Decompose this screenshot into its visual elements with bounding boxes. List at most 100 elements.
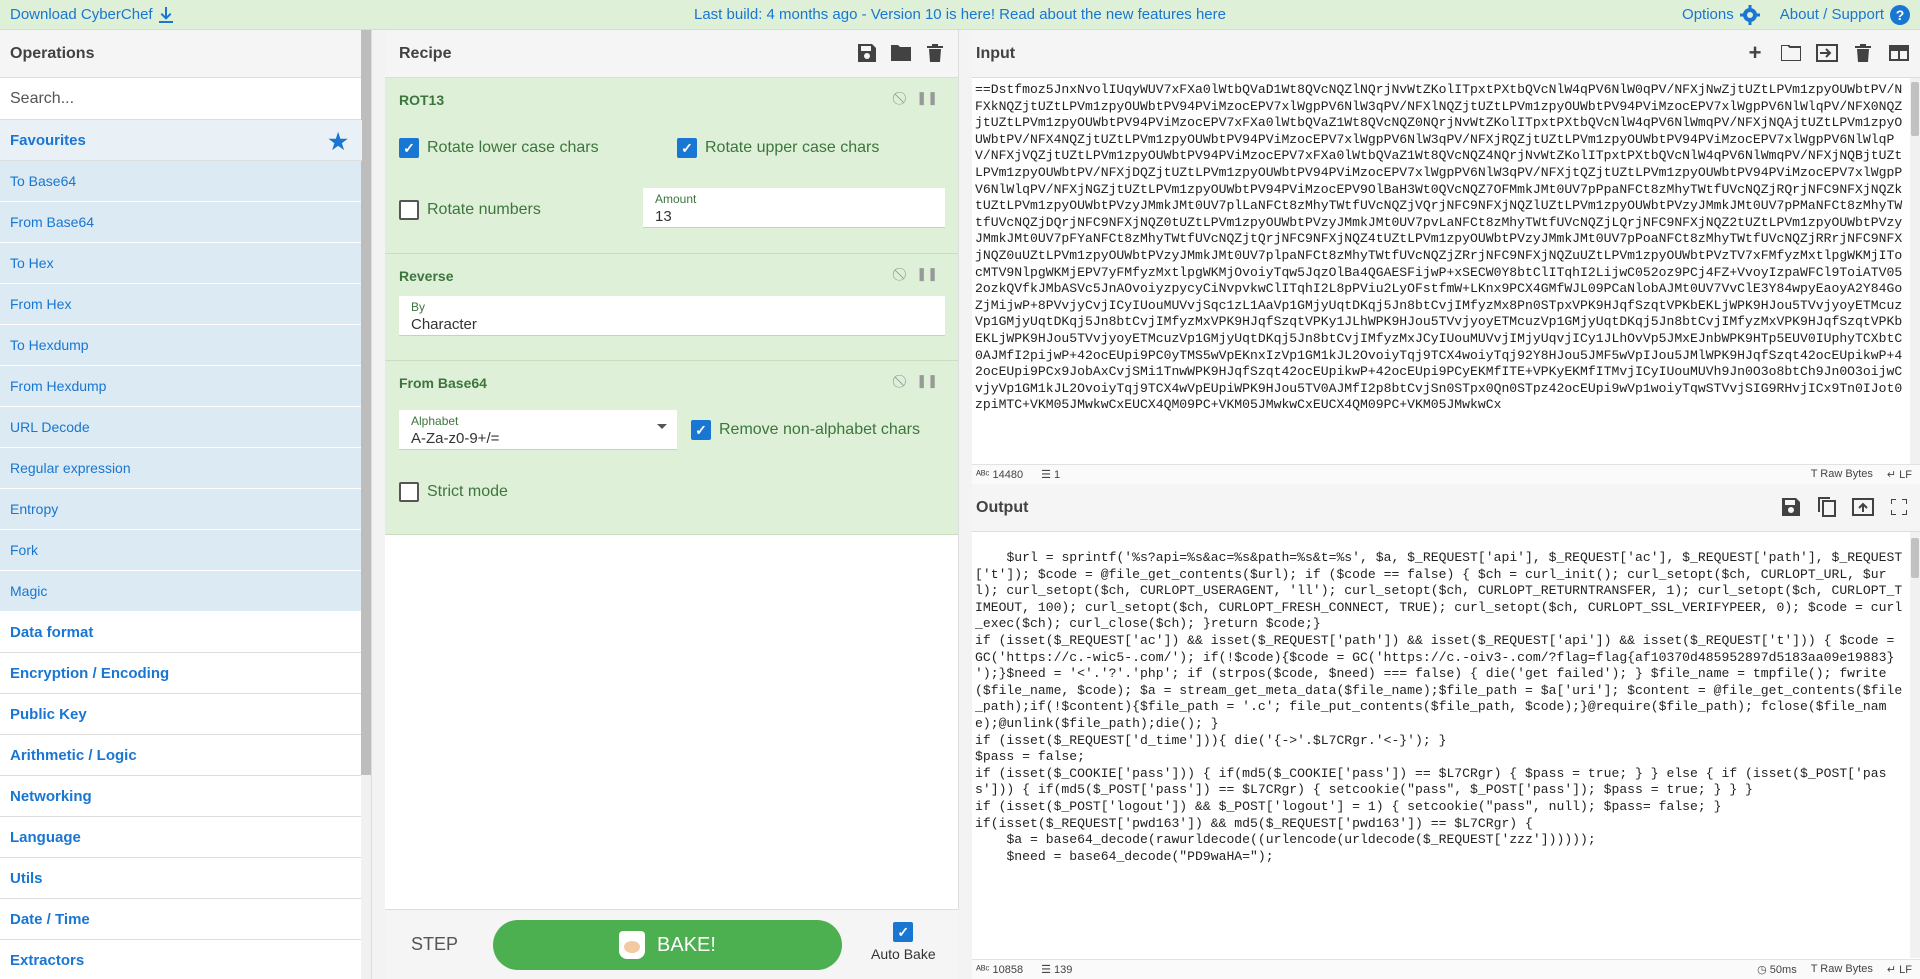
rotate-upper-label[interactable]: Rotate upper case chars [705,139,879,157]
op-from-hex[interactable]: From Hex [0,284,362,325]
output-eol[interactable]: ↵ LF [1887,963,1912,976]
op-from-base64[interactable]: From Base64 [0,202,362,243]
output-eol-label[interactable]: LF [1899,964,1912,976]
left-gutter[interactable] [372,30,385,979]
favourites-label[interactable]: Favourites [10,132,86,149]
input-encoding[interactable]: T Raw Bytes [1811,468,1873,481]
reset-layout-icon[interactable] [1888,42,1910,64]
op-url-decode[interactable]: URL Decode [0,407,362,448]
rotate-numbers-label[interactable]: Rotate numbers [427,201,541,219]
pause-icon[interactable]: ❚❚ [916,373,938,389]
download-link[interactable]: Download CyberChef [0,6,173,23]
open-file-icon[interactable] [1816,42,1838,64]
alphabet-select[interactable]: Alphabet A-Za-z0-9+/= [399,410,677,450]
by-value[interactable]: Character [411,316,477,333]
save-output-icon[interactable] [1780,496,1802,518]
category-extractors[interactable]: Extractors [0,940,362,979]
checkmark-icon[interactable]: ✓ [677,138,697,158]
about-label[interactable]: About / Support [1780,6,1884,23]
output-encoding[interactable]: T Raw Bytes [1811,963,1873,976]
strict-mode-label[interactable]: Strict mode [427,483,508,501]
input-raw-bytes[interactable]: Raw Bytes [1820,468,1873,480]
alphabet-value[interactable]: A-Za-z0-9+/= [411,430,499,447]
remove-non-alphabet-checkbox[interactable]: ✓ Remove non-alphabet chars [691,420,920,440]
return-icon[interactable]: ↵ [1887,469,1896,481]
auto-bake-label[interactable]: Auto Bake [871,946,936,962]
op-from-hexdump[interactable]: From Hexdump [0,366,362,407]
right-gutter[interactable] [959,30,972,979]
output-text[interactable]: $url = sprintf('%s?api=%s&ac=%s&path=%s&… [975,550,1906,958]
op-to-hex[interactable]: To Hex [0,243,362,284]
category-favourites[interactable]: Favourites ★ [0,120,362,161]
star-icon[interactable]: ★ [328,129,348,155]
operations-scroll-thumb[interactable] [361,30,371,775]
copy-icon[interactable] [1816,496,1838,518]
op-regular-expression[interactable]: Regular expression [0,448,362,489]
folder-icon[interactable] [890,42,912,64]
category-language[interactable]: Language [0,817,362,858]
help-icon[interactable]: ? [1890,4,1910,25]
options-label[interactable]: Options [1682,6,1734,23]
strict-mode-checkbox[interactable]: Strict mode [399,482,508,502]
rotate-upper-checkbox[interactable]: ✓ Rotate upper case chars [677,138,879,158]
open-folder-icon[interactable] [1780,42,1802,64]
chevron-down-icon[interactable] [657,424,667,429]
op-magic[interactable]: Magic [0,571,362,612]
output-scroll-thumb[interactable] [1911,538,1919,578]
rotate-lower-label[interactable]: Rotate lower case chars [427,139,599,157]
rotate-numbers-checkbox[interactable]: Rotate numbers [399,200,541,220]
search-input[interactable] [10,89,350,108]
trash-icon[interactable] [924,42,946,64]
output-raw-bytes[interactable]: Raw Bytes [1820,963,1873,975]
output-scrollbar[interactable] [1910,532,1920,958]
input-textarea[interactable]: ==Dstfmoz5JnxNvolIUqyWUV7xFXa0lWtbQVaD1W… [975,82,1906,462]
category-date-time[interactable]: Date / Time [0,899,362,940]
input-scrollbar[interactable] [1910,78,1920,464]
bake-label[interactable]: BAKE! [657,934,716,957]
reverse-by-field[interactable]: By Character [399,296,945,336]
op-to-base64[interactable]: To Base64 [0,161,362,202]
amount-value[interactable]: 13 [655,208,672,225]
input-eol[interactable]: ↵ LF [1887,468,1912,481]
pause-icon[interactable]: ❚❚ [916,266,938,282]
input-scroll-thumb[interactable] [1911,82,1919,136]
input-eol-label[interactable]: LF [1899,469,1912,481]
category-utils[interactable]: Utils [0,858,362,899]
category-public-key[interactable]: Public Key [0,694,362,735]
download-label[interactable]: Download CyberChef [10,6,153,23]
checkmark-icon[interactable]: ✓ [399,138,419,158]
download-icon[interactable] [158,6,173,23]
clear-input-icon[interactable] [1852,42,1874,64]
empty-checkbox-icon[interactable] [399,482,419,502]
auto-bake-checkbox[interactable]: ✓ Auto Bake [871,922,936,962]
op-fork[interactable]: Fork [0,530,362,571]
pause-icon[interactable]: ❚❚ [916,90,938,106]
recipe-op-rot13: ROT13 ⃠ ❚❚ ✓ Rotate lower case chars ✓ R… [385,78,958,254]
remove-non-alphabet-label[interactable]: Remove non-alphabet chars [719,421,920,439]
add-tab-icon[interactable]: + [1744,40,1766,65]
maximize-icon[interactable] [1888,496,1910,518]
category-networking[interactable]: Networking [0,776,362,817]
op-to-hexdump[interactable]: To Hexdump [0,325,362,366]
rotate-lower-checkbox[interactable]: ✓ Rotate lower case chars [399,138,599,158]
gear-icon[interactable] [1739,4,1760,25]
options-button[interactable]: Options [1682,4,1760,25]
step-button[interactable]: STEP [411,934,458,955]
replace-input-icon[interactable] [1852,496,1874,518]
build-notice[interactable]: Last build: 4 months ago - Version 10 is… [694,6,1226,23]
about-button[interactable]: About / Support ? [1780,4,1910,25]
chef-icon[interactable] [619,931,646,959]
checkmark-icon[interactable]: ✓ [893,922,914,942]
save-icon[interactable] [856,42,878,64]
text-format-icon[interactable]: T [1811,963,1818,975]
amount-field[interactable]: Amount 13 [643,188,945,228]
return-icon[interactable]: ↵ [1887,964,1896,976]
text-format-icon[interactable]: T [1811,468,1818,480]
empty-checkbox-icon[interactable] [399,200,419,220]
category-data-format[interactable]: Data format [0,612,362,653]
bake-button[interactable]: BAKE! [493,920,842,970]
category-arithmetic-logic[interactable]: Arithmetic / Logic [0,735,362,776]
op-entropy[interactable]: Entropy [0,489,362,530]
category-encryption-encoding[interactable]: Encryption / Encoding [0,653,362,694]
checkmark-icon[interactable]: ✓ [691,420,711,440]
